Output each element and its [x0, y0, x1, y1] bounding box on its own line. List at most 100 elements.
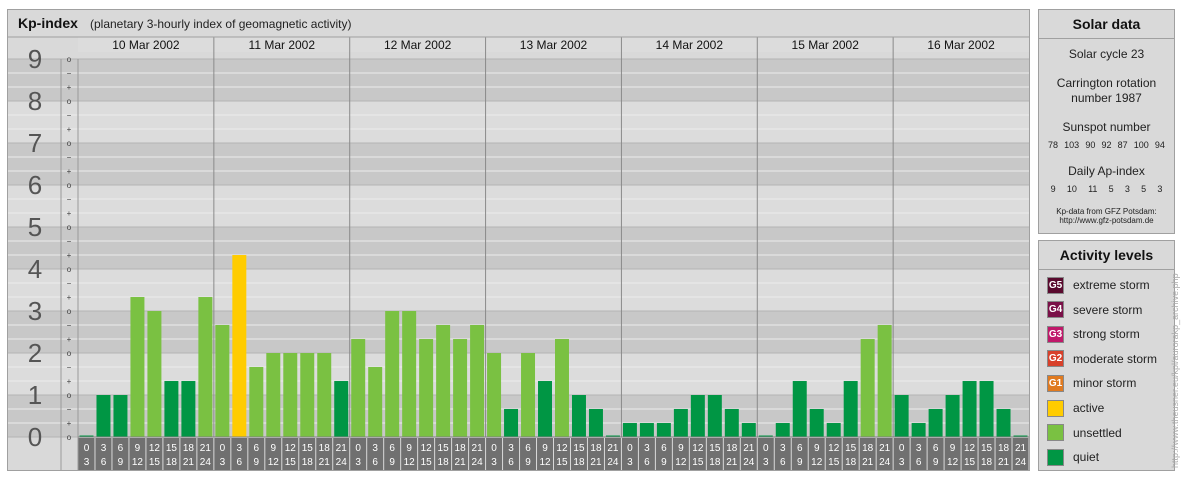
kp-bar	[300, 353, 315, 437]
kp-bar	[826, 423, 841, 437]
interval-end-label: 21	[183, 457, 195, 468]
interval-end-label: 18	[438, 457, 450, 468]
interval-start-label: 9	[814, 443, 820, 454]
interval-end-label: 9	[525, 457, 531, 468]
y-minor-tick: +	[67, 419, 72, 428]
kp-bar	[402, 311, 417, 437]
kp-bar	[181, 381, 196, 437]
source-line1: Kp-data from GFZ Potsdam:	[1056, 207, 1157, 216]
interval-end-label: 15	[964, 457, 976, 468]
interval-end-label: 21	[590, 457, 602, 468]
kp-bar	[555, 339, 569, 437]
legend-swatch: G5	[1047, 276, 1064, 294]
y-minor-tick: o	[67, 307, 72, 316]
interval-end-label: 9	[118, 457, 124, 468]
day-label: 13 Mar 2002	[520, 38, 588, 52]
legend-label: quiet	[1073, 450, 1100, 465]
legend-swatch: G3	[1047, 325, 1064, 343]
interval-end-label: 15	[285, 457, 297, 468]
kp-bar	[317, 353, 332, 437]
interval-start-label: 21	[607, 443, 619, 454]
y-tick-label: 0	[28, 422, 42, 452]
interval-start-label: 18	[998, 443, 1010, 454]
interval-start-label: 21	[1015, 443, 1027, 454]
kp-bar	[673, 408, 688, 437]
interval-start-label: 0	[220, 443, 226, 454]
kp-bar	[385, 311, 400, 437]
legend-item-strong-storm: G3 strong storm	[1047, 322, 1140, 346]
kp-bar	[588, 408, 603, 437]
interval-end-label: 6	[508, 457, 514, 468]
interval-end-label: 18	[709, 457, 721, 468]
legend-swatch	[1047, 424, 1064, 442]
interval-end-label: 12	[675, 457, 687, 468]
interval-end-label: 18	[302, 457, 314, 468]
interval-start-label: 18	[319, 443, 331, 454]
interval-end-label: 18	[573, 457, 585, 468]
interval-end-label: 24	[743, 457, 755, 468]
interval-end-label: 15	[421, 457, 433, 468]
interval-end-label: 24	[1015, 457, 1027, 468]
interval-end-label: 24	[879, 457, 891, 468]
interval-start-label: 9	[678, 443, 684, 454]
y-minor-tick: o	[67, 223, 72, 232]
interval-end-label: 15	[828, 457, 840, 468]
kp-bar	[436, 324, 451, 437]
kp-chart: 0123456789o+−o+−o+−o+−o+−o+−o+−o+−o+−o10…	[8, 36, 1029, 470]
ap-value: 11	[1088, 184, 1098, 194]
interval-end-label: 6	[237, 457, 243, 468]
kp-bar	[741, 423, 756, 437]
day-label: 11 Mar 2002	[249, 38, 316, 52]
sunspot-label: Sunspot number	[1062, 120, 1151, 134]
y-minor-tick: +	[67, 209, 72, 218]
kp-bar	[334, 381, 349, 437]
kp-bar	[860, 339, 875, 437]
interval-end-label: 24	[200, 457, 212, 468]
interval-start-label: 21	[336, 443, 348, 454]
legend-label: extreme storm	[1073, 278, 1150, 292]
kp-bar	[571, 395, 586, 437]
interval-end-label: 12	[811, 457, 823, 468]
kp-bar	[962, 381, 977, 437]
y-minor-tick: +	[67, 335, 72, 344]
y-minor-tick: +	[67, 377, 72, 386]
interval-start-label: 15	[302, 443, 314, 454]
ap-values: 9 10 11 5 3 5 3	[1039, 184, 1174, 194]
interval-start-label: 18	[455, 443, 467, 454]
interval-start-label: 3	[372, 443, 378, 454]
interval-start-label: 3	[644, 443, 650, 454]
interval-start-label: 3	[780, 443, 786, 454]
interval-start-label: 15	[438, 443, 450, 454]
activity-levels-panel: Activity levels G5 extreme storm G4 severe …	[1038, 240, 1175, 471]
y-band	[8, 185, 1029, 227]
activity-levels-title: Activity levels	[1039, 241, 1174, 270]
interval-start-label: 9	[542, 443, 548, 454]
day-label: 15 Mar 2002	[792, 38, 860, 52]
interval-start-label: 15	[166, 443, 178, 454]
kp-bar	[130, 297, 145, 437]
kp-bar	[843, 381, 858, 437]
interval-start-label: 3	[101, 443, 107, 454]
solar-cycle: Solar cycle 23	[1068, 47, 1145, 61]
interval-start-label: 15	[845, 443, 857, 454]
interval-end-label: 9	[389, 457, 395, 468]
kp-bar	[453, 339, 468, 437]
interval-end-label: 9	[661, 457, 667, 468]
kp-bar	[419, 339, 434, 437]
legend-swatch: G4	[1047, 301, 1064, 319]
kp-bar	[96, 395, 111, 437]
y-minor-tick: o	[67, 181, 72, 190]
interval-start-label: 6	[661, 443, 667, 454]
y-tick-label: 5	[28, 212, 42, 242]
y-minor-tick: +	[67, 293, 72, 302]
kp-bar	[622, 423, 637, 437]
kp-bar	[164, 381, 179, 437]
interval-start-label: 0	[627, 443, 633, 454]
y-minor-tick: o	[67, 349, 72, 358]
y-band	[8, 227, 1029, 269]
interval-end-label: 3	[355, 457, 361, 468]
interval-start-label: 3	[508, 443, 514, 454]
interval-end-label: 6	[916, 457, 922, 468]
interval-end-label: 18	[845, 457, 857, 468]
legend-label: strong storm	[1073, 327, 1140, 342]
